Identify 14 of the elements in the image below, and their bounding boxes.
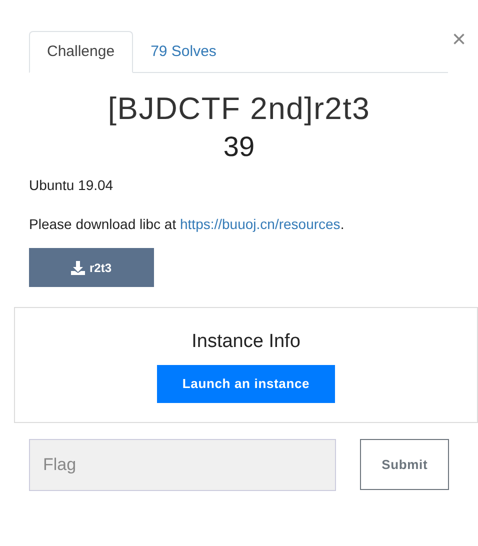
launch-button[interactable]: Launch an instance: [157, 365, 335, 403]
flag-field[interactable]: Flag: [29, 439, 336, 491]
resources-link[interactable]: https://buuoj.cn/resources: [180, 216, 340, 232]
close-button[interactable]: ×: [452, 28, 466, 52]
tab[interactable]: 79 Solves: [132, 31, 234, 73]
description-text: Ubuntu 19.04: [29, 176, 114, 194]
submit-button[interactable]: Submit: [360, 439, 449, 490]
challenge-title: [BJDCTF 2nd]r2t3: [106, 90, 372, 128]
challenge-points: 39: [222, 130, 256, 164]
tab[interactable]: Challenge: [29, 31, 133, 73]
download-button[interactable]: r2t3: [29, 248, 154, 287]
download-icon: [71, 260, 86, 274]
description-text: Please download libc at https://buuoj.cn/resources.: [29, 215, 346, 233]
panel-title: Instance Info: [192, 330, 300, 354]
